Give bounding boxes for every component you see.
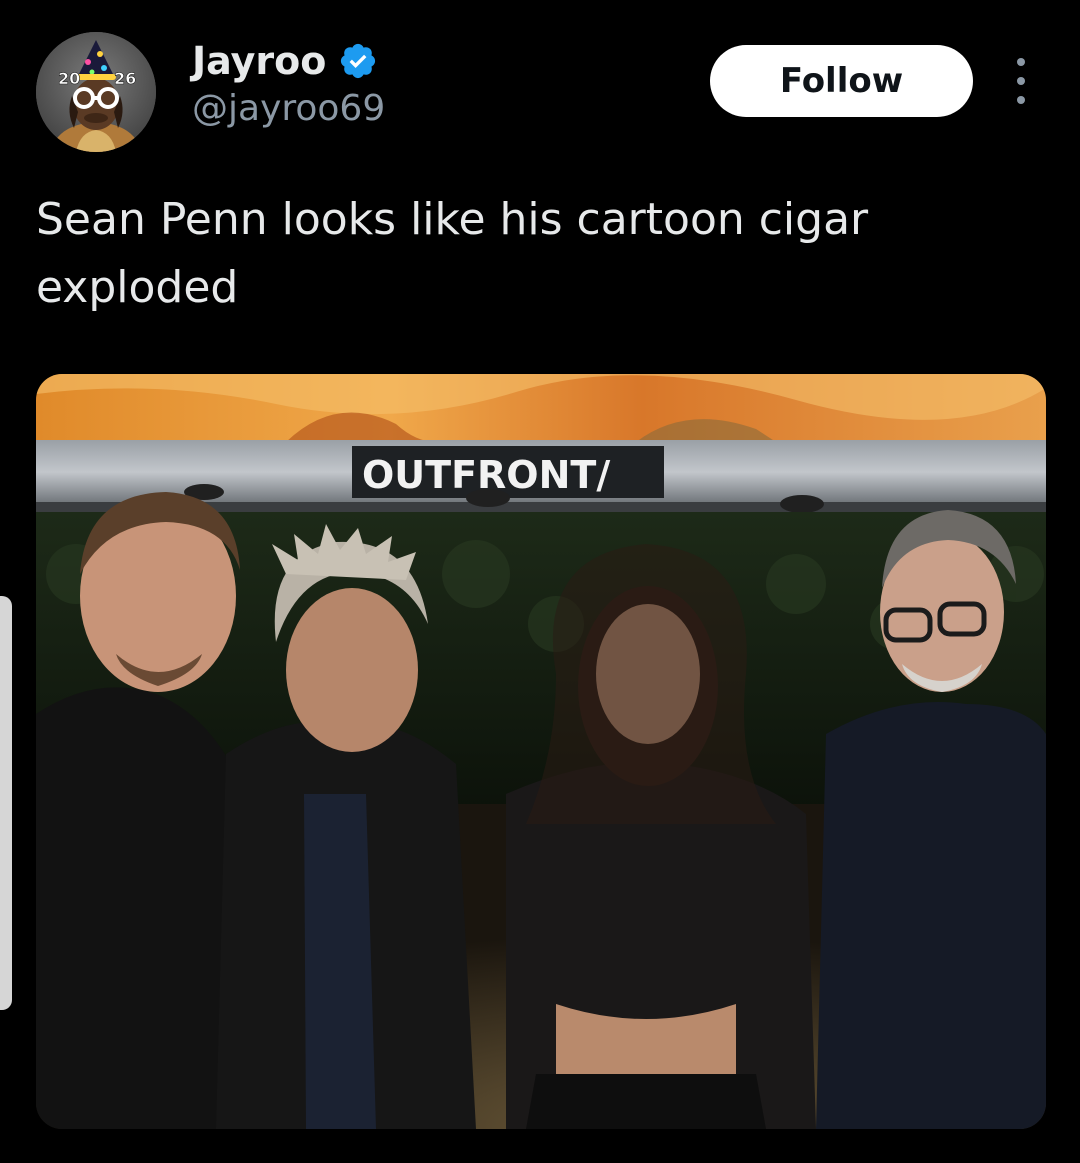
- display-name[interactable]: Jayroo: [192, 38, 326, 84]
- svg-text:20: 20: [58, 69, 80, 88]
- name-row: Jayroo: [192, 38, 385, 84]
- user-handle[interactable]: @jayroo69: [192, 84, 385, 134]
- author-info: Jayroo @jayroo69: [192, 38, 385, 134]
- avatar[interactable]: 20 26: [36, 32, 156, 152]
- verified-badge-icon: [341, 43, 376, 79]
- tweet-photo[interactable]: OUTFRONT/: [36, 374, 1046, 1129]
- scrollbar-handle[interactable]: [0, 596, 12, 1010]
- more-options-icon[interactable]: [1004, 58, 1038, 104]
- svg-text:26: 26: [114, 69, 136, 88]
- tweet-card: 20 26 Jayroo @jayroo69 Follow Sean Penn …: [0, 0, 1080, 1163]
- tweet-text: Sean Penn looks like his cartoon cigar e…: [36, 194, 869, 313]
- photo-image: OUTFRONT/: [36, 374, 1046, 1129]
- avatar-image: 20 26: [36, 32, 156, 152]
- follow-button[interactable]: Follow: [710, 45, 973, 117]
